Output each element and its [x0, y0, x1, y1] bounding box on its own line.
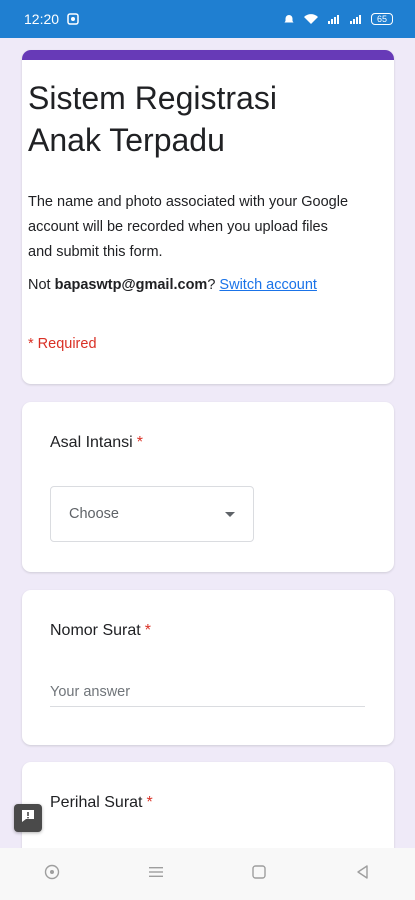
recents-button[interactable]	[136, 854, 176, 894]
question-title: Asal Intansi *	[50, 434, 143, 452]
question-label: Nomor Surat	[50, 622, 141, 639]
form-accent-bar	[22, 50, 394, 60]
question-card-asal-intansi: Asal Intansi * Choose	[22, 402, 394, 572]
question-label: Asal Intansi	[50, 434, 133, 451]
home-square-icon	[251, 864, 267, 885]
dropdown-value: Choose	[69, 506, 119, 522]
required-star: *	[136, 434, 143, 451]
assistant-circle-icon	[44, 864, 60, 885]
required-star: *	[146, 794, 153, 811]
question-card-nomor-surat: Nomor Surat *	[22, 590, 394, 745]
question-title: Perihal Surat *	[50, 794, 153, 812]
nomor-surat-input[interactable]	[50, 678, 365, 707]
required-star: *	[144, 622, 151, 639]
wifi-icon	[303, 13, 319, 25]
form-title: Sistem Registrasi Anak Terpadu	[28, 80, 277, 158]
account-email: bapaswtp@gmail.com	[54, 277, 208, 293]
account-prefix: Not	[28, 277, 55, 293]
back-button[interactable]	[343, 854, 383, 894]
required-note: * Required	[28, 336, 97, 352]
android-nav-bar	[0, 848, 415, 900]
home-button[interactable]	[239, 854, 279, 894]
status-time: 12:20	[24, 11, 60, 27]
account-suffix: ?	[207, 277, 220, 293]
signal-icon	[327, 13, 341, 25]
feedback-button[interactable]	[14, 804, 42, 832]
back-triangle-icon	[355, 864, 371, 885]
account-line: Not bapaswtp@gmail.com? Switch account	[28, 274, 348, 296]
question-title: Nomor Surat *	[50, 622, 151, 640]
caret-down-icon	[225, 511, 235, 517]
form-description: The name and photo associated with your …	[28, 194, 349, 260]
signal-icon-2	[349, 13, 363, 25]
assistant-button[interactable]	[32, 854, 72, 894]
question-label: Perihal Surat	[50, 794, 143, 811]
menu-icon	[148, 865, 164, 884]
alarm-icon	[283, 13, 295, 25]
asal-intansi-dropdown[interactable]: Choose	[50, 486, 254, 542]
switch-account-link[interactable]: Switch account	[219, 277, 317, 293]
status-bar: 12:20 65	[0, 0, 415, 38]
notification-icon	[67, 13, 79, 25]
feedback-icon	[20, 808, 36, 829]
battery-icon: 65	[371, 13, 393, 25]
